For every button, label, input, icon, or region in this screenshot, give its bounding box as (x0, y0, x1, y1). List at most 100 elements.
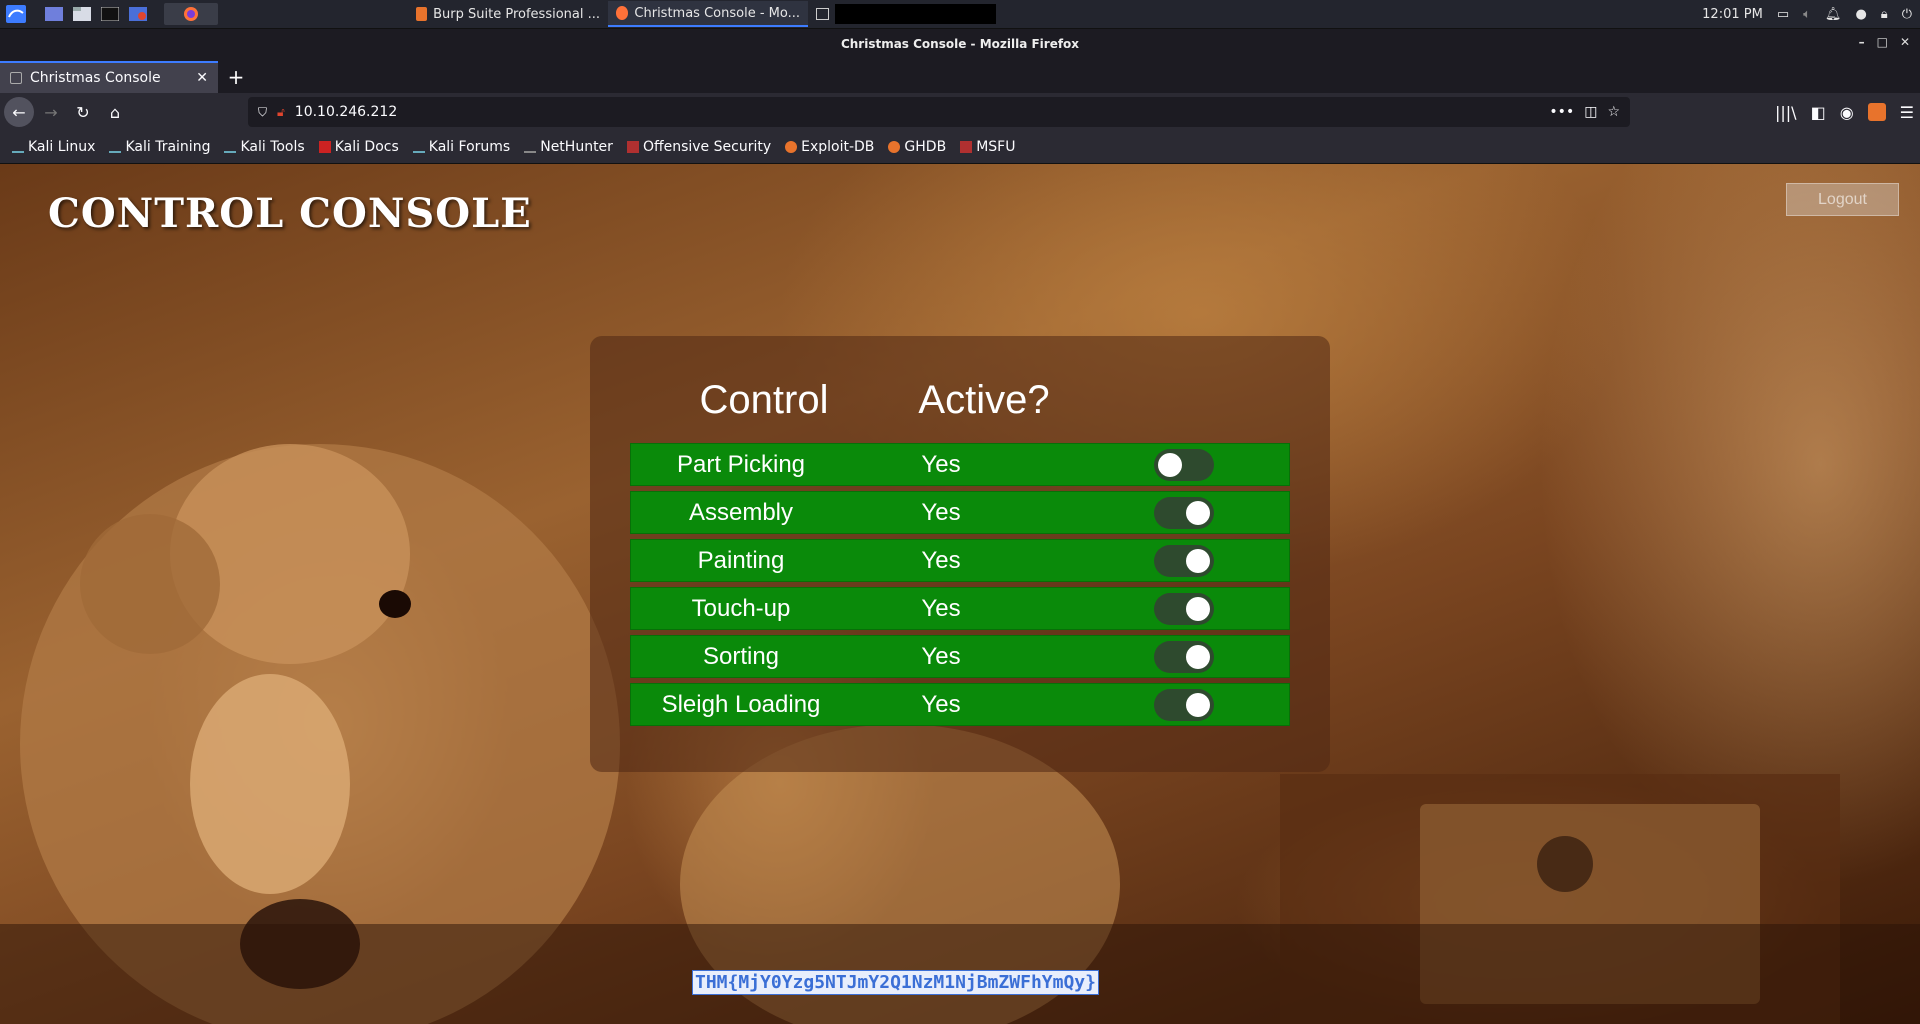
control-row-part-picking: Part Picking Yes (630, 443, 1290, 486)
back-arrow-icon: ← (12, 102, 26, 122)
page-favicon-icon (10, 72, 22, 84)
bookmark-nethunter[interactable]: NetHunter (524, 139, 613, 155)
reload-button[interactable]: ↻ (68, 97, 98, 127)
control-name: Assembly (688, 499, 794, 526)
control-name: Touch-up (691, 595, 791, 622)
toggle-switch[interactable] (1154, 449, 1214, 481)
account-icon[interactable]: ◉ (1840, 103, 1854, 122)
bookmark-label: Offensive Security (642, 139, 772, 155)
toggle-switch[interactable] (1154, 545, 1214, 577)
bookmark-label: Kali Linux (28, 139, 96, 155)
burp-extension-icon[interactable] (1867, 103, 1886, 121)
bookmark-label: Kali Training (125, 139, 211, 155)
toggle-knob (1186, 645, 1210, 669)
terminal-small-icon (816, 8, 830, 20)
bookmark-label: Kali Tools (240, 139, 305, 155)
bookmark-label: Kali Docs (334, 139, 399, 155)
url-text[interactable]: 10.10.246.212 (295, 104, 1540, 120)
lock-icon[interactable]: 🔒︎ (1881, 7, 1888, 22)
nethunter-icon (524, 141, 537, 153)
desktop-panel: Burp Suite Professional ... Christmas Co… (0, 0, 1920, 29)
logout-button[interactable]: Logout (1786, 183, 1899, 216)
bookmark-star-icon[interactable]: ☆ (1607, 104, 1620, 120)
firefox-icon (616, 6, 629, 20)
page-actions-icon[interactable]: ••• (1549, 104, 1574, 120)
file-manager-icon[interactable] (70, 3, 94, 25)
bookmarks-toolbar: Kali Linux Kali Training Kali Tools Kali… (0, 131, 1920, 164)
tab-strip: Christmas Console ✕ + (0, 59, 1920, 93)
control-name: Painting (697, 547, 785, 574)
kali-menu-icon[interactable] (4, 3, 28, 25)
insecure-connection-icon[interactable]: 🔓︎ (277, 105, 285, 120)
bookmark-kali-linux[interactable]: Kali Linux (12, 139, 95, 155)
kali-dragon-icon (412, 141, 425, 153)
update-icon[interactable]: ● (1855, 7, 1866, 22)
bookmark-ghdb[interactable]: GHDB (888, 139, 946, 155)
toolbar-right: |||\ ◧ ◉ ☰ (1775, 97, 1914, 127)
minimize-icon[interactable]: – (1859, 35, 1865, 49)
clock[interactable]: 12:01 PM (1702, 7, 1763, 22)
window-titlebar: Christmas Console - Mozilla Firefox – □ … (0, 29, 1920, 59)
url-bar[interactable]: ⛉ 🔓︎ 10.10.246.212 ••• ◫ ☆ (248, 97, 1630, 127)
bookmark-msfu[interactable]: MSFU (960, 139, 1015, 155)
column-header-control: Control (699, 378, 829, 422)
volume-icon[interactable]: 🔈︎ (1803, 7, 1811, 22)
bookmark-kali-forums[interactable]: Kali Forums (412, 139, 511, 155)
control-active-status: Yes (921, 595, 961, 622)
bookmark-label: NetHunter (540, 139, 613, 155)
close-window-icon[interactable]: ✕ (1900, 35, 1910, 49)
pocket-icon[interactable]: ◫ (1584, 104, 1597, 120)
taskbar-terminal[interactable] (808, 1, 1004, 27)
home-button[interactable]: ⌂ (100, 97, 130, 127)
bookmark-kali-training[interactable]: Kali Training (109, 139, 210, 155)
tab-title: Christmas Console (30, 70, 161, 86)
toggle-switch[interactable] (1154, 641, 1214, 673)
back-button[interactable]: ← (4, 97, 34, 127)
bookmark-kali-docs[interactable]: Kali Docs (318, 139, 399, 155)
bookmark-offensive-security[interactable]: Offensive Security (626, 139, 772, 155)
taskbar-burp-label: Burp Suite Professional ... (433, 6, 600, 22)
toggle-switch[interactable] (1154, 689, 1214, 721)
kali-dragon-icon (12, 141, 24, 153)
bookmark-label: Exploit-DB (801, 139, 875, 155)
workspace-icon[interactable] (42, 3, 66, 25)
bookmark-label: MSFU (976, 139, 1016, 155)
control-row-sorting: Sorting Yes (630, 635, 1290, 678)
control-active-status: Yes (921, 499, 961, 526)
library-icon[interactable]: |||\ (1775, 103, 1797, 122)
power-icon[interactable]: ⏻ (1902, 7, 1912, 22)
maximize-icon[interactable]: □ (1877, 35, 1888, 49)
toggle-switch[interactable] (1154, 593, 1214, 625)
bookmark-exploit-db[interactable]: Exploit-DB (785, 139, 874, 155)
tab-christmas-console[interactable]: Christmas Console ✕ (0, 61, 218, 93)
toggle-knob (1158, 453, 1182, 477)
hamburger-menu-icon[interactable]: ☰ (1900, 103, 1914, 122)
toggle-knob (1186, 693, 1210, 717)
taskbar-firefox[interactable]: Christmas Console - Mo... (608, 1, 808, 27)
bookmark-label: Kali Forums (428, 139, 511, 155)
notification-bell-icon[interactable]: 🔔︎ (1825, 7, 1842, 22)
close-tab-icon[interactable]: ✕ (196, 70, 208, 86)
firefox-launcher-icon[interactable] (164, 3, 218, 25)
terminal-icon[interactable] (98, 3, 122, 25)
sidebar-icon[interactable]: ◧ (1811, 103, 1826, 122)
flag-text-selected[interactable]: THM{MjY0Yzg5NTJmY2Q1NzM1NjBmZWFhYmQy} (692, 970, 1099, 995)
shield-icon[interactable]: ⛉ (258, 105, 267, 120)
toggle-knob (1186, 549, 1210, 573)
taskbar-burp[interactable]: Burp Suite Professional ... (408, 1, 608, 27)
toggle-switch[interactable] (1154, 497, 1214, 529)
toggle-knob (1186, 597, 1210, 621)
page-title: CONTROL CONSOLE (48, 190, 532, 237)
control-name: Part Picking (676, 451, 806, 478)
browser-launcher-icon[interactable] (126, 3, 150, 25)
forward-button[interactable]: → (36, 97, 66, 127)
taskbar-firefox-label: Christmas Console - Mo... (634, 5, 800, 21)
column-header-active: Active? (918, 378, 1050, 422)
new-tab-button[interactable]: + (218, 61, 254, 93)
kali-docs-icon (318, 141, 331, 153)
offsec-icon (626, 141, 639, 153)
bookmark-kali-tools[interactable]: Kali Tools (224, 139, 305, 155)
display-icon[interactable]: ▭ (1777, 7, 1789, 22)
control-row-sleigh-loading: Sleigh Loading Yes (630, 683, 1290, 726)
control-console-panel: Control Active? Part Picking Yes Assembl… (590, 336, 1330, 772)
